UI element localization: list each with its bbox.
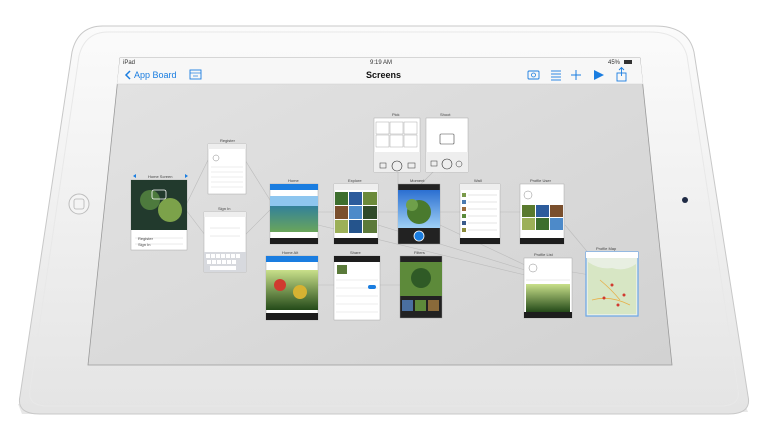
- status-battery: 45%: [608, 60, 621, 66]
- label-explore: Explore: [348, 178, 362, 183]
- label-signin: Sign In: [218, 206, 230, 211]
- label-register: Register: [220, 138, 236, 143]
- label-wall: Wall: [474, 178, 482, 183]
- page-title: Screens: [366, 70, 401, 80]
- label-home-screen: Home Screen: [148, 174, 172, 179]
- label-shoot: Shoot: [440, 112, 451, 117]
- label-filters: Filters: [414, 250, 425, 255]
- label-pick: Pick: [392, 112, 400, 117]
- label-home: Home: [288, 178, 299, 183]
- label-profile-list: Profile List: [534, 252, 554, 257]
- ipad-device: iPad 9:19 AM 45% App Board Screens Home …: [0, 0, 765, 428]
- status-device: iPad: [123, 60, 135, 66]
- label-home-item-signin[interactable]: Sign In: [138, 242, 150, 247]
- label-profile-map: Profile Map: [596, 246, 617, 251]
- back-button-label[interactable]: App Board: [134, 70, 177, 80]
- label-share: Share: [350, 250, 361, 255]
- status-time: 9:19 AM: [370, 60, 392, 66]
- label-home-alt: Home Alt: [282, 250, 299, 255]
- label-moment: Moment: [410, 178, 425, 183]
- label-home-item-register[interactable]: Register: [138, 236, 154, 241]
- text-layer: iPad 9:19 AM 45% App Board Screens Home …: [123, 60, 632, 257]
- label-profile-user: Profile User: [530, 178, 552, 183]
